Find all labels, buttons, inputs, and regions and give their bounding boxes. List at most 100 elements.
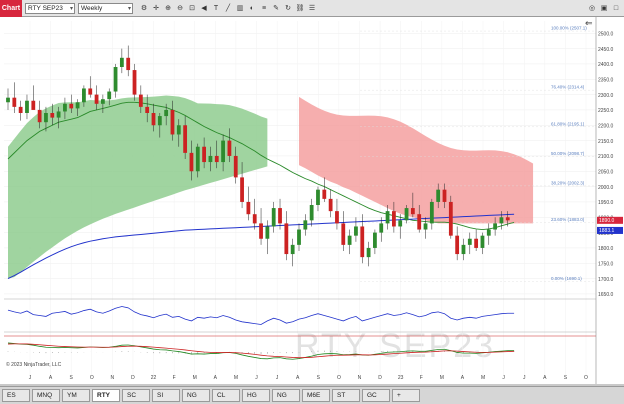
price-tick-label: 2100.0	[598, 154, 614, 160]
layers-icon[interactable]: ≡	[259, 3, 269, 13]
time-tick-label: F	[173, 375, 176, 381]
tab-m6e[interactable]: M6E	[302, 389, 330, 402]
time-tick-label: D	[131, 375, 135, 381]
candle-body	[391, 211, 396, 227]
zoom-in-icon[interactable]: ⊕	[163, 3, 173, 13]
crosshair-icon[interactable]: ✛	[151, 3, 161, 13]
time-tick-label: M	[193, 375, 197, 381]
candle-body	[183, 125, 188, 153]
candle-body	[297, 229, 301, 245]
tab-mnq[interactable]: MNQ	[32, 389, 60, 402]
candle-body	[44, 113, 48, 123]
link-icon[interactable]: ⛓	[295, 3, 305, 13]
candle-body	[227, 140, 232, 156]
time-tick-label: O	[337, 375, 341, 381]
time-tick-label: O	[584, 375, 588, 381]
tab-rty[interactable]: RTY	[92, 389, 120, 402]
candle-body	[82, 88, 86, 103]
time-tick-label: J	[255, 375, 258, 381]
candle-body	[486, 229, 491, 236]
candle-body	[461, 244, 466, 255]
time-tick-label: A	[49, 375, 53, 381]
tab-sc[interactable]: SC	[122, 389, 150, 402]
candle-body	[480, 235, 485, 248]
candle-body	[157, 116, 162, 126]
sliders-icon[interactable]: ⚙	[139, 3, 149, 13]
candle-body	[170, 109, 175, 135]
maximize-icon[interactable]: □	[611, 3, 621, 13]
candle-body	[94, 94, 99, 104]
tab-si[interactable]: SI	[152, 389, 180, 402]
price-tick-label: 2300.0	[598, 93, 614, 99]
candle-body	[6, 97, 10, 103]
time-tick-label: M	[481, 375, 485, 381]
copyright-text: © 2023 NinjaTrader, LLC	[6, 361, 62, 368]
candle-body	[455, 235, 460, 255]
candle-body	[474, 238, 479, 248]
candle-body	[347, 235, 352, 245]
tab-cl[interactable]: CL	[212, 389, 240, 402]
candle-body	[373, 232, 377, 248]
tab-gc[interactable]: GC	[362, 389, 390, 402]
globe-icon[interactable]: ◎	[587, 3, 597, 13]
candle-body	[499, 217, 504, 224]
price-tick-label: 1750.0	[598, 261, 614, 267]
bar-style-icon[interactable]: ▥	[235, 3, 245, 13]
text-icon[interactable]: T	[211, 3, 221, 13]
tab-ym[interactable]: YM	[62, 389, 90, 402]
instrument-selector[interactable]: RTY SEP23 ▾	[25, 2, 75, 14]
price-tick-label: 2250.0	[598, 108, 614, 114]
tab-st[interactable]: ST	[332, 389, 360, 402]
candle-body	[309, 205, 314, 221]
chart-toolbar: Chart RTY SEP23 ▾ Weekly ▾ ⚙ ✛ ⊕ ⊖ ⊡ ◀ T ╱ ▥ ◐ ≡ ✎ ↻…	[0, 0, 624, 17]
tab-hg[interactable]: HG	[242, 389, 270, 402]
candle-body	[316, 189, 320, 205]
chart-area[interactable]: RTY SEP23 100.00% (2507.1) 76.40% (2314.4…	[0, 17, 624, 384]
candle-body	[290, 244, 295, 255]
layout-icon[interactable]: ▣	[599, 3, 609, 13]
rsi-line	[7, 306, 515, 325]
candle-body	[240, 177, 244, 202]
toolbar-icons: ⚙ ✛ ⊕ ⊖ ⊡ ◀ T ╱ ▥ ◐ ≡ ✎ ↻ ⛓ ☰	[137, 3, 317, 13]
instrument-tab-bar: ES MNQ YM RTY SC SI NG CL HG NG M6E ST GC +	[0, 386, 624, 404]
reload-icon[interactable]: ↻	[283, 3, 293, 13]
candle-body	[107, 91, 112, 100]
tab-ng[interactable]: NG	[272, 389, 300, 402]
color-icon[interactable]: ◐	[247, 3, 257, 13]
candle-body	[63, 103, 67, 112]
tab-es[interactable]: ES	[2, 389, 30, 402]
candle-body	[284, 223, 289, 255]
candle-body	[50, 113, 55, 118]
candle-body	[208, 155, 213, 163]
candle-body	[360, 226, 365, 258]
pan-left-icon[interactable]: ◀	[199, 3, 209, 13]
instrument-value: RTY SEP23	[28, 4, 63, 12]
tab-add[interactable]: +	[392, 389, 420, 402]
fib-level-label: 23.60% (1883.0)	[551, 217, 585, 222]
candle-body	[398, 220, 403, 227]
time-tick-label: O	[90, 375, 94, 381]
fib-level-label: 61.80% (2195.1)	[551, 121, 585, 126]
trendline-icon[interactable]: ╱	[223, 3, 233, 13]
price-tick-label: 1800.0	[598, 246, 614, 252]
price-tick-label: 2150.0	[598, 139, 614, 145]
zoom-fit-icon[interactable]: ⊡	[187, 3, 197, 13]
price-tick-label: 2400.0	[598, 62, 614, 68]
fib-level-label: 38.20% (2002.3)	[551, 180, 585, 185]
chevron-down-icon: ▾	[69, 5, 73, 12]
tab-ng[interactable]: NG	[182, 389, 210, 402]
fib-level-label: 0.00% (1690.1)	[551, 276, 582, 281]
candle-body	[436, 189, 441, 202]
candle-body	[341, 223, 346, 245]
time-tick-label: J	[29, 375, 32, 381]
interval-selector[interactable]: Weekly ▾	[78, 2, 133, 14]
time-tick-label: D	[378, 375, 382, 381]
settings-icon[interactable]: ☰	[307, 3, 317, 13]
tools-icon[interactable]: ✎	[271, 3, 281, 13]
candle-body	[505, 217, 510, 221]
chevron-down-icon: ▾	[127, 5, 131, 12]
price-chart[interactable]: RTY SEP23 100.00% (2507.1) 76.40% (2314.4…	[0, 17, 624, 384]
last-price-text: 1890.0	[599, 218, 615, 224]
zoom-out-icon[interactable]: ⊖	[175, 3, 185, 13]
chart-tab[interactable]: Chart	[0, 0, 22, 17]
